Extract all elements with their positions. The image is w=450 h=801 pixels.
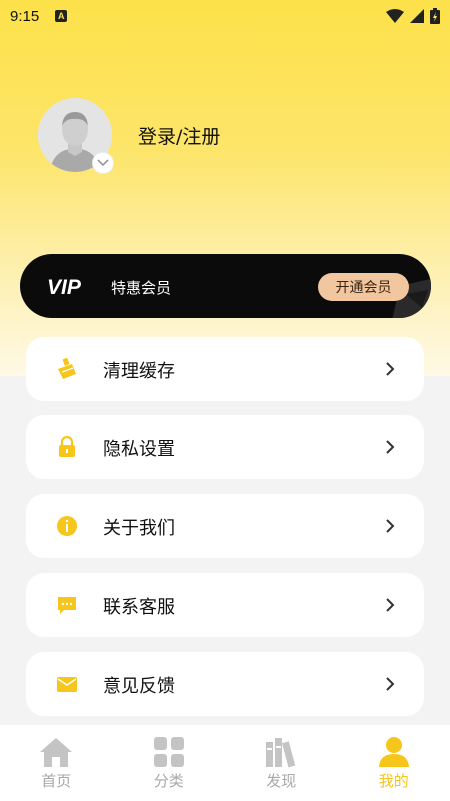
person-icon — [377, 735, 411, 769]
tab-label: 我的 — [378, 772, 409, 790]
avatar-edit-badge[interactable] — [93, 153, 113, 173]
status-bar: 9:15 A — [0, 0, 450, 32]
wifi-icon — [386, 9, 404, 23]
signal-icon — [410, 9, 424, 23]
chevron-right-icon — [386, 440, 395, 454]
vip-subtitle: 特惠会员 — [111, 279, 172, 297]
menu-item-label: 清理缓存 — [103, 361, 175, 382]
battery-icon — [430, 8, 440, 24]
menu-item-contact-service[interactable]: 联系客服 — [26, 573, 424, 637]
menu-item-label: 联系客服 — [103, 597, 175, 618]
chevron-right-icon — [386, 677, 395, 691]
tab-mine[interactable]: 我的 — [338, 725, 450, 801]
menu-item-clear-cache[interactable]: 清理缓存 — [26, 337, 424, 401]
menu-item-label: 意见反馈 — [103, 676, 175, 697]
login-register-link[interactable]: 登录/注册 — [138, 122, 220, 149]
home-icon — [39, 735, 73, 769]
status-time: 9:15 — [10, 7, 40, 25]
vip-logo: VIP — [47, 276, 81, 299]
header-background — [0, 0, 450, 376]
books-icon — [264, 735, 298, 769]
vip-banner[interactable]: VIP 特惠会员 开通会员 — [20, 254, 431, 318]
chevron-down-icon — [97, 159, 109, 167]
broom-icon — [55, 357, 79, 381]
menu-item-label: 隐私设置 — [103, 439, 175, 460]
chat-icon — [55, 593, 79, 617]
tab-label: 首页 — [41, 772, 72, 790]
tab-label: 发现 — [266, 772, 297, 790]
tab-label: 分类 — [153, 772, 184, 790]
lock-icon — [55, 435, 79, 459]
menu-item-about-us[interactable]: 关于我们 — [26, 494, 424, 558]
menu-item-label: 关于我们 — [103, 518, 175, 539]
menu-item-feedback[interactable]: 意见反馈 — [26, 652, 424, 716]
open-vip-button[interactable]: 开通会员 — [318, 273, 409, 301]
mail-icon — [55, 672, 79, 696]
tab-category[interactable]: 分类 — [113, 725, 226, 801]
info-icon — [55, 514, 79, 538]
grid-icon — [152, 735, 186, 769]
chevron-right-icon — [386, 598, 395, 612]
menu-item-privacy-settings[interactable]: 隐私设置 — [26, 415, 424, 479]
tab-home[interactable]: 首页 — [0, 725, 113, 801]
notification-badge-icon: A — [55, 10, 68, 22]
bottom-tab-bar: 首页 分类 发现 我的 — [0, 725, 450, 801]
chevron-right-icon — [386, 519, 395, 533]
tab-discover[interactable]: 发现 — [225, 725, 338, 801]
chevron-right-icon — [386, 362, 395, 376]
